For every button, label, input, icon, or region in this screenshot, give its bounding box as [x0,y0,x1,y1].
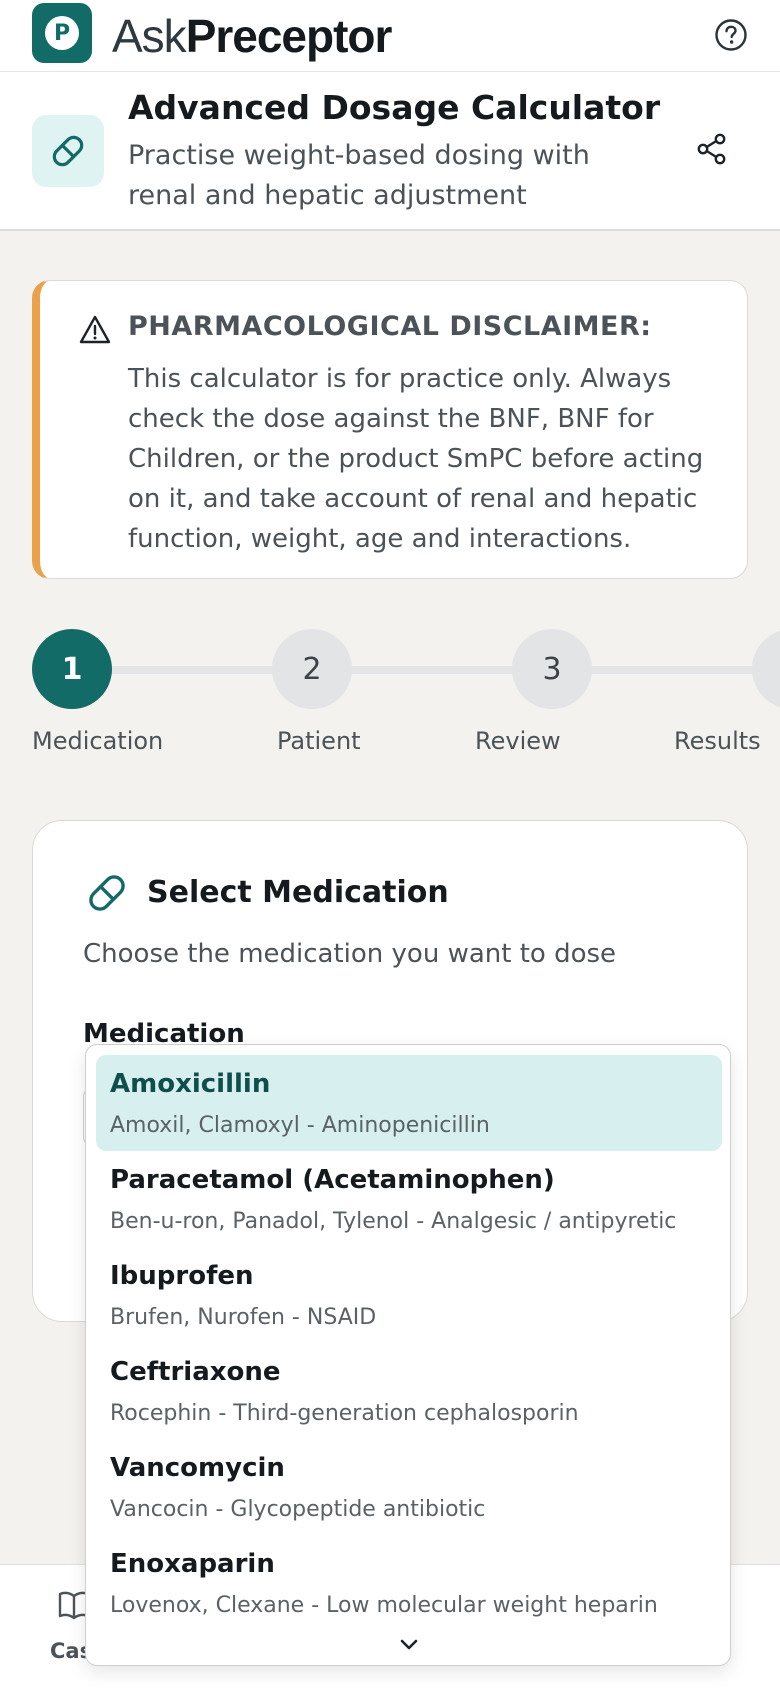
option-paracetamol[interactable]: Paracetamol (Acetaminophen) Ben-u-ron, P… [96,1151,722,1247]
warning-icon [79,315,111,344]
step-3[interactable]: 3 [512,629,592,709]
chevron-down-icon[interactable] [397,1633,421,1657]
option-description: Amoxil, Clamoxyl - Aminopenicillin [110,1113,490,1138]
option-enoxaparin[interactable]: Enoxaparin Lovenox, Clexane - Low molecu… [96,1535,722,1631]
step-label-medication: Medication [32,727,164,755]
brand-prefix: Ask [112,10,187,62]
option-description: Ben-u-ron, Panadol, Tylenol - Analgesic … [110,1209,677,1234]
app-screen: P AskPreceptor Advanced Dosage Calculato… [0,0,780,1688]
app-bar: P AskPreceptor [0,0,780,72]
page-header: Advanced Dosage Calculator Practise weig… [0,72,780,231]
option-name: Amoxicillin [110,1069,271,1099]
disclaimer-title: PHARMACOLOGICAL DISCLAIMER: [128,311,652,342]
pill-icon [32,115,104,187]
option-description: Brufen, Nurofen - NSAID [110,1305,377,1330]
help-icon[interactable] [714,18,748,52]
option-vancomycin[interactable]: Vancomycin Vancocin - Glycopeptide antib… [96,1439,722,1535]
step-1[interactable]: 1 [32,629,112,709]
option-name: Vancomycin [110,1453,285,1483]
step-4[interactable]: 4 [752,629,780,709]
option-ceftriaxone[interactable]: Ceftriaxone Rocephin - Third-generation … [96,1343,722,1439]
step-label-patient: Patient [277,727,361,755]
step-connector [350,666,514,674]
progress-stepper: 1 2 3 4 Medication Patient Review Result… [0,625,780,765]
step-label-review: Review [475,727,561,755]
medication-dropdown[interactable]: Amoxicillin Amoxil, Clamoxyl - Aminopeni… [85,1044,731,1666]
card-subtitle: Choose the medication you want to dose [83,939,617,969]
brand-name: AskPreceptor [112,6,393,66]
option-name: Ceftriaxone [110,1357,281,1387]
option-description: Lovenox, Clexane - Low molecular weight … [110,1593,658,1618]
share-icon[interactable] [694,131,730,167]
step-label-results: Results [674,727,761,755]
step-2[interactable]: 2 [272,629,352,709]
page-subtitle: Practise weight-based dosing with renal … [128,140,590,211]
disclaimer-banner: PHARMACOLOGICAL DISCLAIMER: This calcula… [32,280,748,579]
brand-suffix: Preceptor [185,10,393,62]
disclaimer-body: This calculator is for practice only. Al… [128,364,704,554]
step-connector [110,666,274,674]
option-name: Enoxaparin [110,1549,275,1579]
logo-letter: P [45,16,79,50]
option-description: Vancocin - Glycopeptide antibiotic [110,1497,486,1522]
option-name: Ibuprofen [110,1261,254,1291]
option-name: Paracetamol (Acetaminophen) [110,1165,555,1195]
step-connector [590,666,754,674]
option-ibuprofen[interactable]: Ibuprofen Brufen, Nurofen - NSAID [96,1247,722,1343]
page-title: Advanced Dosage Calculator [128,88,661,127]
option-description: Rocephin - Third-generation cephalospori… [110,1401,579,1426]
logo[interactable]: P [32,3,92,63]
pill-icon [89,875,125,911]
option-amoxicillin[interactable]: Amoxicillin Amoxil, Clamoxyl - Aminopeni… [96,1055,722,1151]
card-title: Select Medication [147,875,449,910]
